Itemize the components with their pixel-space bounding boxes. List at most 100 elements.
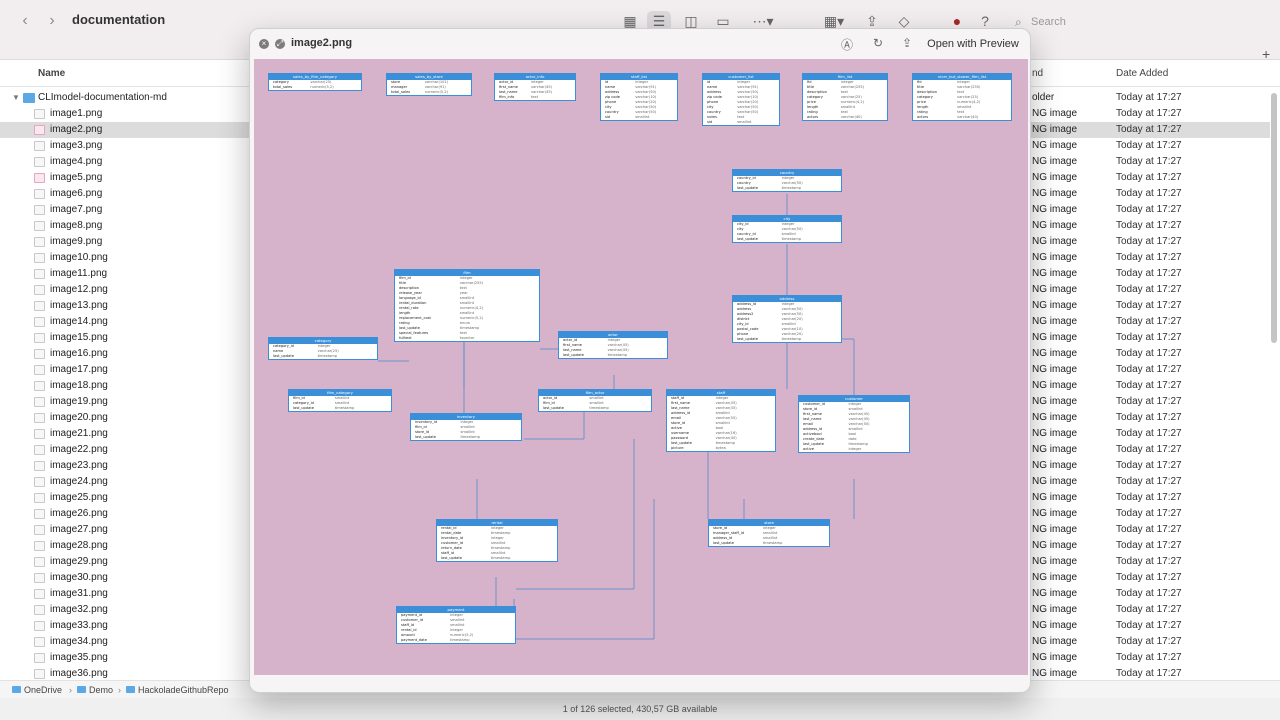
field-name: rating xyxy=(807,110,818,114)
field-name: postal_code xyxy=(737,327,759,331)
png-file-icon xyxy=(34,173,45,183)
field-name: rating xyxy=(399,321,410,325)
field-name: last_update xyxy=(543,406,564,410)
field-name: manager_staff_id xyxy=(713,531,744,535)
path-separator-icon: › xyxy=(118,685,121,695)
file-kind: NG image xyxy=(1032,572,1078,583)
plus-icon[interactable]: + xyxy=(1262,46,1270,62)
field-name: store_id xyxy=(713,526,728,530)
file-kind: NG image xyxy=(1032,316,1078,327)
file-date-added: Today at 17:27 xyxy=(1116,396,1182,407)
file-kind: NG image xyxy=(1032,460,1078,471)
file-date-added: Today at 17:27 xyxy=(1116,572,1182,583)
column-header-date-added[interactable]: Date Added xyxy=(1116,68,1168,79)
field-name: first_name xyxy=(671,401,691,405)
field-name: first_name xyxy=(499,85,519,89)
field-name: active xyxy=(671,426,682,430)
file-kind: NG image xyxy=(1032,380,1078,391)
field-name: category xyxy=(917,95,933,99)
png-file-icon xyxy=(34,141,45,151)
png-file-icon xyxy=(34,301,45,311)
file-kind: NG image xyxy=(1032,188,1078,199)
file-name: image17.png xyxy=(50,364,108,375)
entity-field: last_update timestamp xyxy=(411,435,521,440)
field-name: actors xyxy=(807,115,819,119)
field-name: title xyxy=(917,85,925,89)
file-name: image28.png xyxy=(50,540,108,551)
field-type: smallint xyxy=(635,115,650,119)
field-name: first_name xyxy=(563,343,583,347)
file-kind: NG image xyxy=(1032,268,1078,279)
file-name: image23.png xyxy=(50,460,108,471)
file-kind: NG image xyxy=(1032,620,1078,631)
file-kind: NG image xyxy=(1032,220,1078,231)
markup-icon[interactable]: Ⓐ xyxy=(841,36,853,53)
field-name: city_id xyxy=(737,222,749,226)
field-name: length xyxy=(399,311,411,315)
field-type: text xyxy=(531,95,539,99)
fullscreen-icon[interactable]: ⤢ xyxy=(275,39,285,49)
field-name: actor_id xyxy=(499,80,514,84)
file-date-added: Today at 17:27 xyxy=(1116,412,1182,423)
file-name: image8.png xyxy=(50,220,103,231)
entity-field: film_info text xyxy=(495,95,575,100)
vertical-scrollbar[interactable] xyxy=(1271,93,1277,343)
png-file-icon xyxy=(34,477,45,487)
rotate-icon[interactable]: ↻ xyxy=(873,36,883,50)
field-name: rental_id xyxy=(401,628,417,632)
chevron-left-icon[interactable]: ‹ xyxy=(16,12,34,30)
file-kind: NG image xyxy=(1032,348,1078,359)
file-kind: NG image xyxy=(1032,284,1078,295)
entity-actor: actor actor_id integer first_name varchar(45… xyxy=(558,331,668,359)
file-date-added: Today at 17:27 xyxy=(1116,540,1182,551)
field-name: payment_date xyxy=(401,638,427,642)
field-name: price xyxy=(917,100,926,104)
chevron-right-icon[interactable]: › xyxy=(43,12,61,30)
png-file-icon xyxy=(34,669,45,679)
file-kind: NG image xyxy=(1032,604,1078,615)
entity-staff-list: staff_list id integer name varchar(91) addres… xyxy=(600,73,678,121)
field-type: integer xyxy=(848,447,862,451)
file-date-added: Today at 17:27 xyxy=(1116,524,1182,535)
field-name: manager xyxy=(391,85,408,89)
close-icon[interactable]: × xyxy=(259,39,269,49)
file-name: image21.png xyxy=(50,428,108,439)
file-name: image32.png xyxy=(50,604,108,615)
field-name: customer_id xyxy=(803,402,825,406)
field-name: title xyxy=(399,281,407,285)
column-header-name[interactable]: Name xyxy=(38,68,65,79)
column-header-kind[interactable]: nd xyxy=(1032,68,1043,79)
field-name: last_update xyxy=(671,441,692,445)
entity-category: category category_id integer name varchar(25… xyxy=(268,337,378,360)
path-crumb-demo[interactable]: Demo xyxy=(77,681,113,699)
field-name: actor_id xyxy=(563,338,578,342)
png-file-icon xyxy=(34,237,45,247)
share-icon[interactable]: ⇪ xyxy=(902,36,912,50)
file-kind: NG image xyxy=(1032,124,1078,135)
png-file-icon xyxy=(34,221,45,231)
disclosure-triangle-icon[interactable]: ▼ xyxy=(12,90,20,106)
field-type: numeric(5,2) xyxy=(310,85,334,89)
field-name: zip code xyxy=(605,95,620,99)
field-name: name xyxy=(707,85,718,89)
field-name: last_update xyxy=(737,186,758,190)
file-date-added: Today at 17:27 xyxy=(1116,300,1182,311)
png-file-icon xyxy=(34,333,45,343)
file-name: image13.png xyxy=(50,300,108,311)
file-date-added: Today at 17:27 xyxy=(1116,188,1182,199)
field-name: address xyxy=(605,90,620,94)
path-crumb-hackolade[interactable]: HackoladeGithubRepo xyxy=(126,681,229,699)
file-date-added: Today at 17:27 xyxy=(1116,652,1182,663)
png-file-icon xyxy=(34,125,45,135)
field-name: zip code xyxy=(707,95,722,99)
path-crumb-onedrive[interactable]: OneDrive xyxy=(12,681,62,699)
entity-sales-by-store: sales_by_store store varchar(101) manager va… xyxy=(386,73,472,96)
search-field[interactable]: ⌕ Search xyxy=(1011,11,1269,33)
open-with-preview-button[interactable]: Open with Preview xyxy=(923,35,1023,53)
file-date-added: Today at 17:27 xyxy=(1116,124,1182,135)
entity-field: sid smallint xyxy=(703,120,779,125)
entity-rental: rental rental_id integer rental_date timesta… xyxy=(436,519,558,562)
file-date-added: Today at 17:27 xyxy=(1116,108,1182,119)
field-name: fulltext xyxy=(399,336,412,340)
field-name: active xyxy=(803,447,814,451)
